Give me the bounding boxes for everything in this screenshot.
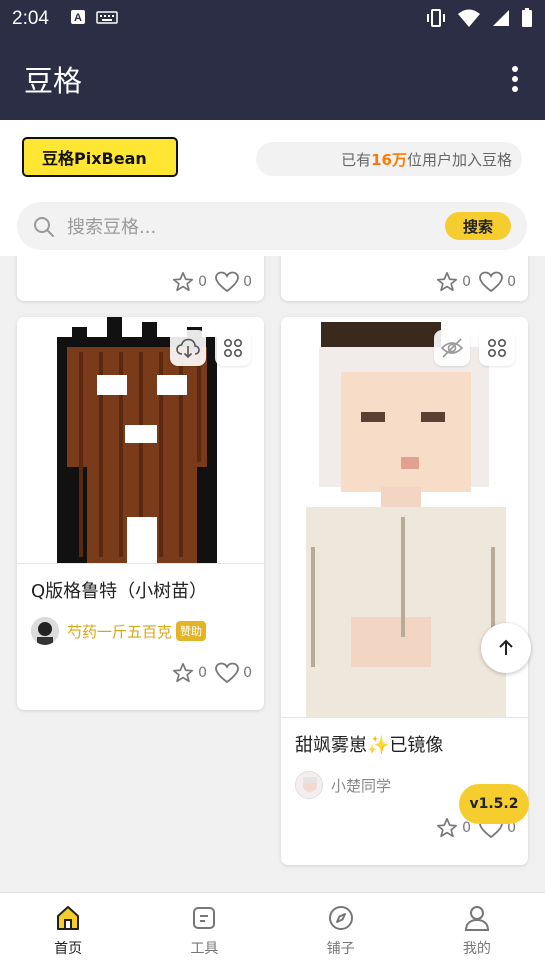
avatar[interactable] <box>295 771 323 799</box>
star-count: 0 <box>198 665 208 681</box>
app-title: 豆格 <box>24 64 83 98</box>
divider <box>17 563 264 564</box>
status-time: 2:04 <box>12 8 49 29</box>
star-count: 0 <box>462 820 472 836</box>
star-icon <box>173 272 194 292</box>
compass-icon <box>328 906 353 930</box>
heart-icon <box>479 271 503 293</box>
wifi-icon <box>458 9 480 27</box>
star-stat[interactable]: 0 <box>172 662 207 684</box>
battery-icon <box>522 8 532 27</box>
status-bar: 2:04 A <box>0 0 545 36</box>
user-count-banner: 已有 16万 位用户加入豆格 <box>256 142 522 176</box>
nav-label: 铺子 <box>326 941 355 957</box>
star-icon <box>437 818 458 838</box>
divider <box>281 717 528 718</box>
nav-label: 我的 <box>462 941 491 957</box>
star-stat[interactable]: 0 <box>172 271 207 293</box>
like-count: 0 <box>507 274 516 290</box>
home-icon <box>57 906 80 930</box>
star-count: 0 <box>198 274 208 290</box>
feed-card-groot[interactable]: Q版格鲁特（小树苗） 芍药一斤五百克 赞助 0 0 <box>17 317 264 710</box>
nav-item-profile[interactable]: 我的 <box>409 893 545 969</box>
grid-view-icon[interactable] <box>215 330 251 366</box>
grid-view-icon[interactable] <box>479 330 515 366</box>
heart-icon <box>215 271 239 293</box>
author-name[interactable]: 小楚同学 <box>331 775 391 796</box>
nav-item-tools[interactable]: 工具 <box>136 893 272 969</box>
like-stat[interactable]: 0 <box>215 271 252 293</box>
star-stat[interactable]: 0 <box>436 271 471 293</box>
feed-card-top-right[interactable]: 0 0 <box>281 256 528 301</box>
like-stat[interactable]: 0 <box>215 662 252 684</box>
version-badge[interactable]: v1.5.2 <box>459 784 529 824</box>
author-row[interactable]: 小楚同学 <box>295 771 391 799</box>
feed-card-girl[interactable]: 甜飒雾崽✨已镜像 小楚同学 0 0 <box>281 317 528 865</box>
tools-icon <box>193 907 216 929</box>
arrow-up-icon <box>499 639 513 655</box>
card-title[interactable]: 甜飒雾崽✨已镜像 <box>295 731 443 757</box>
like-stat[interactable]: 0 <box>479 271 516 293</box>
author-name[interactable]: 芍药一斤五百克 <box>67 621 172 642</box>
author-row[interactable]: 芍药一斤五百克 赞助 <box>31 617 207 645</box>
search-icon <box>34 217 54 237</box>
search-input[interactable] <box>65 211 439 243</box>
nav-item-shop[interactable]: 铺子 <box>273 893 409 969</box>
nav-label: 首页 <box>54 941 83 957</box>
a-icon: A <box>71 10 85 24</box>
bottom-nav: 首页 工具 铺子 我的 <box>0 892 545 969</box>
signal-icon <box>493 10 509 26</box>
user-count-suffix: 位用户加入豆格 <box>406 150 512 169</box>
search-button[interactable]: 搜索 <box>445 212 511 240</box>
star-count: 0 <box>462 274 472 290</box>
like-count: 0 <box>243 274 252 290</box>
user-count-number: 16万 <box>371 150 407 169</box>
like-count: 0 <box>243 665 252 681</box>
nav-item-home[interactable]: 首页 <box>0 893 136 969</box>
svg-text:A: A <box>74 12 82 24</box>
card-title[interactable]: Q版格鲁特（小树苗） <box>31 577 207 603</box>
star-icon <box>173 663 194 683</box>
avatar[interactable] <box>31 617 59 645</box>
star-stat[interactable]: 0 <box>436 817 471 839</box>
vibrate-icon <box>427 9 445 27</box>
heart-icon <box>215 662 239 684</box>
feed-card-top-left[interactable]: 0 0 <box>17 256 264 301</box>
user-icon <box>464 906 489 931</box>
eye-off-icon[interactable] <box>434 330 470 366</box>
header-panel: 豆格PixBean 已有 16万 位用户加入豆格 搜索 <box>0 120 545 256</box>
more-vert-icon[interactable] <box>503 64 527 94</box>
nav-label: 工具 <box>190 941 219 957</box>
user-count-prefix: 已有 <box>341 150 372 169</box>
scroll-to-top-button[interactable] <box>481 623 531 673</box>
keyboard-icon <box>96 11 118 24</box>
sponsor-badge: 赞助 <box>176 621 207 641</box>
star-icon <box>437 272 458 292</box>
app-bar: 豆格 <box>0 36 545 120</box>
pixbean-logo: 豆格PixBean <box>22 137 178 177</box>
cloud-download-icon[interactable] <box>170 330 206 366</box>
search-bar: 搜索 <box>17 202 527 250</box>
